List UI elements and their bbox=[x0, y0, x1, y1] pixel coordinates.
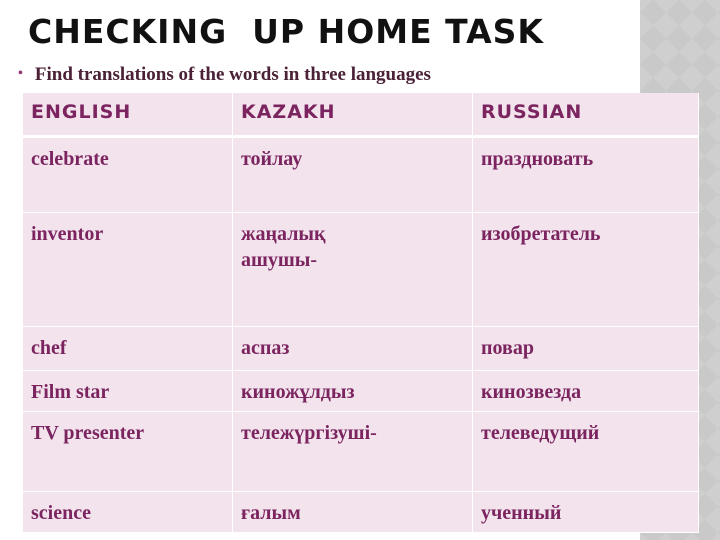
table-row: chef аспаз повар bbox=[22, 326, 699, 371]
cell-russian: кинозвезда bbox=[472, 370, 699, 412]
cell-kazakh: жаңалық ашушы- bbox=[232, 212, 473, 327]
cell-russian: изобретатель bbox=[472, 212, 699, 327]
cell-english: chef bbox=[22, 326, 233, 371]
cell-english: celebrate bbox=[22, 136, 233, 213]
table-row: Film star киножұлдыз кинозвезда bbox=[22, 370, 699, 412]
cell-kazakh: аспаз bbox=[232, 326, 473, 371]
vocabulary-table: ENGLISH KAZAKH RUSSIAN celebrate тойлау … bbox=[22, 93, 699, 533]
table-row: inventor жаңалық ашушы- изобретатель bbox=[22, 212, 699, 327]
cell-kazakh: тойлау bbox=[232, 136, 473, 213]
cell-english: TV presenter bbox=[22, 411, 233, 492]
table-row: celebrate тойлау праздновать bbox=[22, 136, 699, 213]
cell-russian: повар bbox=[472, 326, 699, 371]
cell-russian: праздновать bbox=[472, 136, 699, 213]
slide-title: CHECKING UP HOME TASK bbox=[28, 12, 544, 51]
cell-russian: ученный bbox=[472, 491, 699, 533]
bullet-icon: • bbox=[18, 66, 23, 81]
cell-russian: телеведущий bbox=[472, 411, 699, 492]
cell-kazakh: ғалым bbox=[232, 491, 473, 533]
cell-english: Film star bbox=[22, 370, 233, 412]
cell-english: inventor bbox=[22, 212, 233, 327]
instruction-text: Find translations of the words in three … bbox=[34, 64, 431, 85]
table-row: TV presenter тележүргізуші- телеведущий bbox=[22, 411, 699, 492]
header-russian: RUSSIAN bbox=[472, 93, 699, 138]
cell-kazakh: киножұлдыз bbox=[232, 370, 473, 412]
cell-kazakh: тележүргізуші- bbox=[232, 411, 473, 492]
header-english: ENGLISH bbox=[22, 93, 233, 138]
cell-english: science bbox=[22, 491, 233, 533]
table-header-row: ENGLISH KAZAKH RUSSIAN bbox=[22, 93, 699, 138]
instruction-line: • Find translations of the words in three… bbox=[18, 64, 431, 86]
header-kazakh: KAZAKH bbox=[232, 93, 473, 138]
table-row: science ғалым ученный bbox=[22, 491, 699, 533]
